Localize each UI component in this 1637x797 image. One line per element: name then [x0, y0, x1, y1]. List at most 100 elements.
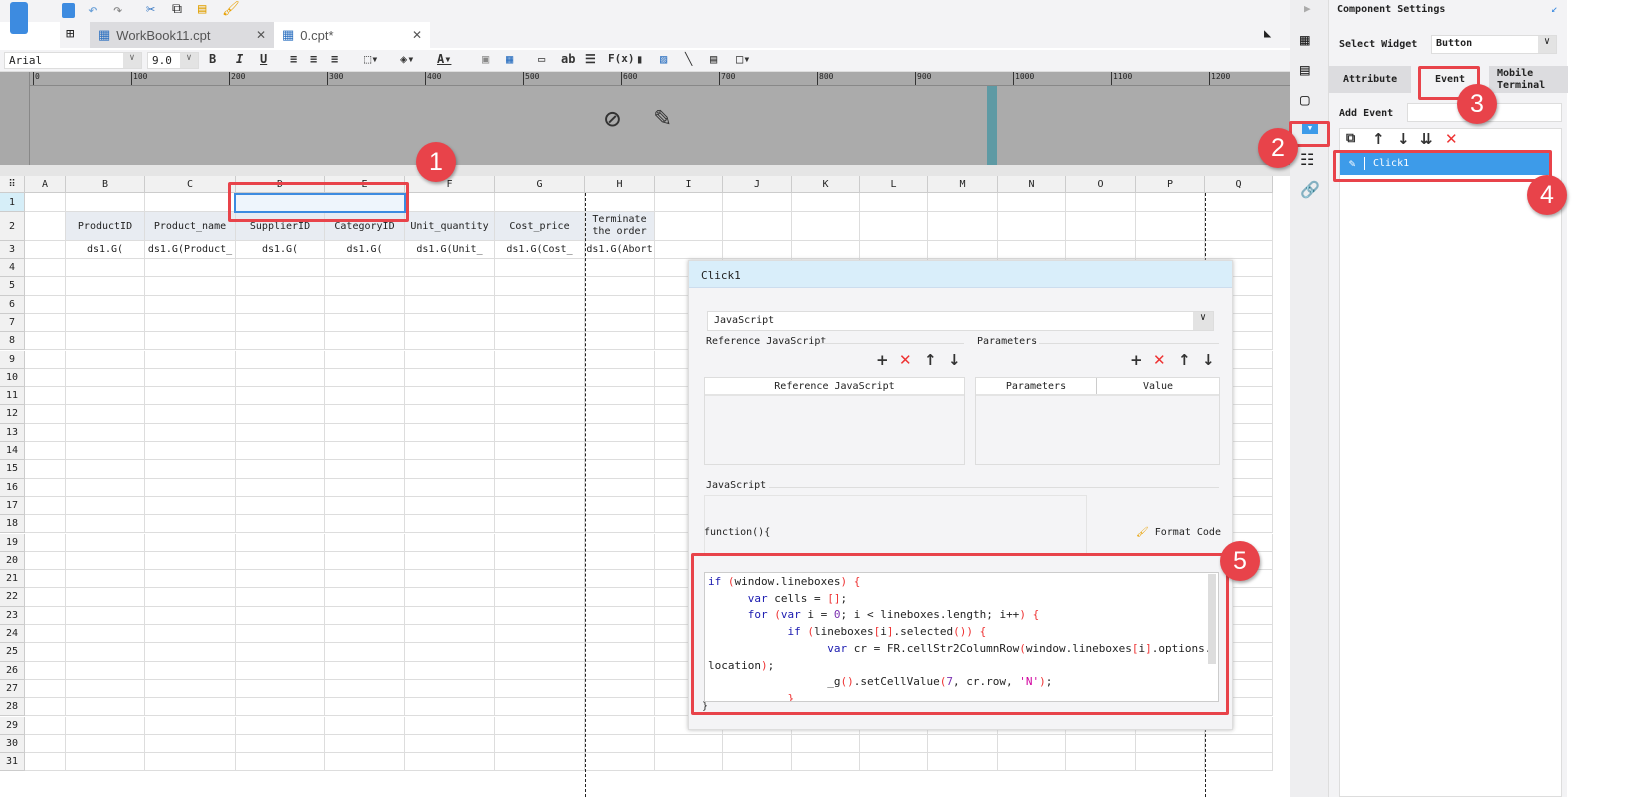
grid-cell[interactable] — [145, 679, 236, 699]
grid-cell[interactable] — [495, 588, 585, 607]
tab-workbook11[interactable]: ▦ WorkBook11.cpt ✕ — [90, 22, 274, 48]
grid-cell[interactable] — [495, 679, 585, 699]
widget-icon[interactable]: ▭ — [538, 52, 545, 66]
grid-cell[interactable] — [723, 241, 792, 259]
grid-cell[interactable]: Cost_price — [495, 212, 585, 241]
grid-cell[interactable] — [25, 332, 66, 351]
grid-cell[interactable] — [145, 661, 236, 680]
format-brush-icon[interactable]: 🖌 — [222, 1, 240, 17]
grid-cell[interactable] — [998, 753, 1066, 772]
grid-cell[interactable] — [66, 551, 145, 571]
grid-cell[interactable] — [145, 515, 236, 534]
grid-cell[interactable] — [405, 313, 495, 333]
grid-cell[interactable] — [928, 753, 998, 772]
grid-cell[interactable] — [25, 753, 66, 772]
grid-cell[interactable] — [236, 350, 325, 369]
grid-cell[interactable] — [792, 734, 860, 754]
grid-cell[interactable] — [145, 643, 236, 662]
format-code-button[interactable]: 🖌 Format Code — [1136, 527, 1221, 538]
grid-cell[interactable] — [495, 661, 585, 680]
grid-cell[interactable] — [66, 295, 145, 314]
grid-cell[interactable] — [585, 442, 655, 461]
grid-cell[interactable] — [66, 661, 145, 680]
row-header-18[interactable]: 18 — [0, 515, 25, 534]
grid-cell[interactable] — [1136, 241, 1205, 259]
merge-cells-icon[interactable]: ▣ — [482, 52, 489, 66]
grid-cell[interactable] — [1205, 241, 1273, 259]
grid-cell[interactable] — [25, 313, 66, 333]
grid-cell[interactable] — [236, 368, 325, 388]
grid-cell[interactable] — [66, 387, 145, 406]
grid-cell[interactable] — [405, 643, 495, 662]
grid-cell[interactable] — [585, 643, 655, 662]
grid-cell[interactable] — [1136, 734, 1205, 754]
app-logo-icon[interactable] — [10, 2, 28, 34]
grid-cell[interactable] — [145, 588, 236, 607]
delete-event-icon[interactable]: ✕ — [1445, 130, 1458, 148]
grid-cell[interactable] — [723, 753, 792, 772]
grid-cell[interactable] — [236, 478, 325, 497]
grid-cell[interactable] — [405, 533, 495, 552]
grid-cell[interactable] — [405, 295, 495, 314]
cell-attr-icon[interactable]: ▦ — [1300, 30, 1310, 49]
grid-cell[interactable] — [495, 442, 585, 461]
grid-cell[interactable] — [145, 332, 236, 351]
grid-cell[interactable] — [325, 478, 405, 497]
grid-cell[interactable] — [585, 753, 655, 772]
grid-cell[interactable] — [405, 259, 495, 278]
column-header-C[interactable]: C — [145, 176, 236, 193]
reference-js-table[interactable]: Reference JavaScript — [704, 377, 965, 465]
new-workbook-icon[interactable]: ⊞ — [66, 26, 74, 42]
grid-cell[interactable] — [66, 716, 145, 735]
align-center-icon[interactable]: ≡ — [310, 52, 317, 66]
grid-cell[interactable] — [145, 423, 236, 442]
condition-icon[interactable]: ☷ — [1300, 150, 1314, 169]
grid-cell[interactable] — [66, 460, 145, 479]
grid-cell[interactable] — [25, 259, 66, 278]
grid-cell[interactable] — [325, 259, 405, 278]
grid-cell[interactable] — [145, 259, 236, 278]
grid-cell[interactable] — [495, 698, 585, 717]
column-header-N[interactable]: N — [998, 176, 1066, 193]
grid-cell[interactable] — [405, 753, 495, 772]
row-header-16[interactable]: 16 — [0, 478, 25, 497]
grid-cell[interactable] — [585, 496, 655, 516]
grid-cell[interactable] — [66, 734, 145, 754]
grid-cell[interactable] — [585, 277, 655, 296]
grid-cell[interactable] — [1066, 753, 1136, 772]
grid-cell[interactable] — [495, 515, 585, 534]
grid-cell[interactable] — [495, 533, 585, 552]
column-header-F[interactable]: F — [405, 176, 495, 193]
grid-cell[interactable] — [66, 313, 145, 333]
select-widget-dropdown[interactable]: Button ∨ — [1431, 35, 1557, 54]
grid-cell[interactable] — [25, 295, 66, 314]
grid-cell[interactable] — [405, 405, 495, 424]
grid-cell[interactable] — [1066, 212, 1136, 241]
grid-cell[interactable]: Terminate the order — [585, 212, 655, 241]
grid-cell[interactable] — [236, 460, 325, 479]
move-up-icon[interactable]: ↑ — [924, 351, 937, 369]
grid-cell[interactable] — [25, 643, 66, 662]
grid-cell[interactable] — [792, 193, 860, 212]
grid-cell[interactable] — [585, 698, 655, 717]
fill-color-icon[interactable]: ◈▾ — [400, 52, 414, 66]
grid-cell[interactable] — [236, 588, 325, 607]
row-header-7[interactable]: 7 — [0, 313, 25, 333]
grid-cell[interactable] — [860, 753, 928, 772]
grid-cell[interactable] — [585, 423, 655, 442]
grid-cell[interactable] — [325, 570, 405, 589]
grid-cell[interactable] — [1066, 241, 1136, 259]
grid-cell[interactable] — [723, 212, 792, 241]
grid-cell[interactable] — [145, 551, 236, 571]
grid-cell[interactable] — [66, 643, 145, 662]
grid-cell[interactable] — [585, 350, 655, 369]
grid-cell[interactable] — [25, 241, 66, 259]
row-header-6[interactable]: 6 — [0, 295, 25, 314]
grid-cell[interactable] — [25, 625, 66, 644]
grid-cell[interactable] — [236, 698, 325, 717]
save-icon[interactable] — [62, 3, 75, 18]
grid-cell[interactable] — [325, 496, 405, 516]
grid-cell[interactable] — [495, 643, 585, 662]
grid-cell[interactable] — [236, 551, 325, 571]
grid-cell[interactable] — [860, 734, 928, 754]
